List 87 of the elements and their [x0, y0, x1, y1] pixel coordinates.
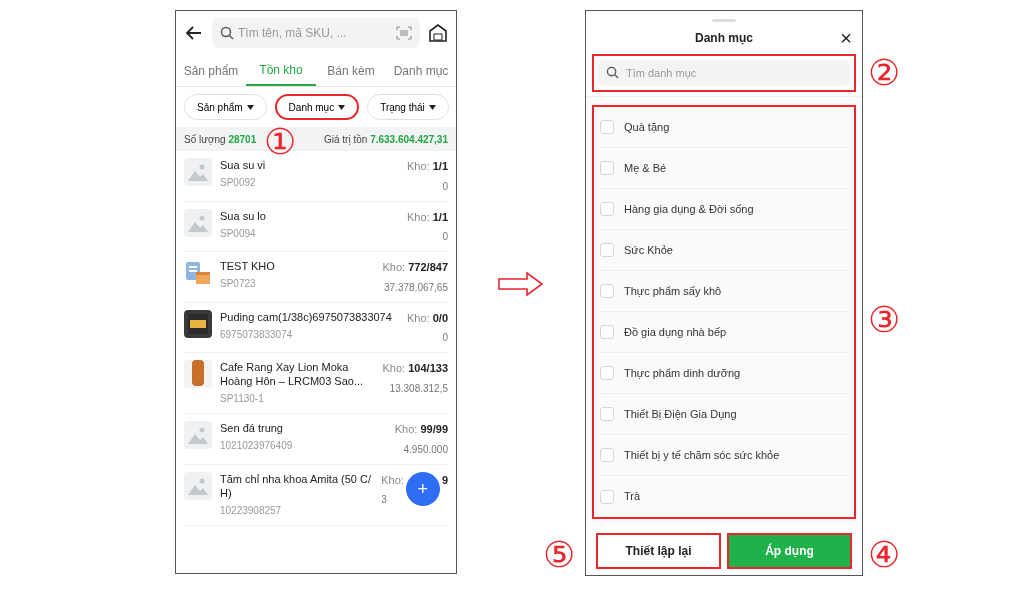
- product-name: Sua su vi: [220, 158, 267, 172]
- stock-value: 0: [442, 230, 448, 244]
- stock-value: 13.308.312,5: [389, 381, 448, 396]
- stock-value: 3: [381, 493, 387, 507]
- barcode-scan-icon[interactable]: [396, 26, 412, 40]
- reset-button[interactable]: Thiết lập lại: [596, 533, 721, 569]
- product-sku: SP0723: [220, 277, 257, 291]
- tab[interactable]: Sản phẩm: [176, 55, 246, 86]
- search-icon: [606, 66, 619, 79]
- stock-value: 4.950.000: [403, 442, 448, 457]
- search-icon: [220, 26, 234, 40]
- step-number: ③: [868, 302, 900, 338]
- checkbox[interactable]: [600, 489, 614, 504]
- product-row[interactable]: Sua su lo SP0094 Kho: 1/1 0: [184, 201, 448, 252]
- product-row[interactable]: TEST KHO SP0723 Kho: 772/847 37.378.067,65: [184, 252, 448, 303]
- checkbox[interactable]: [600, 407, 614, 421]
- caret-icon: [428, 104, 436, 110]
- product-sku: SP0092: [220, 176, 257, 190]
- checkbox[interactable]: [600, 325, 614, 339]
- category-option[interactable]: Đồ gia dụng nhà bếp: [600, 312, 848, 353]
- step-number: ④: [868, 537, 900, 573]
- checkbox[interactable]: [600, 202, 614, 216]
- product-row[interactable]: Cafe Rang Xay Lion Moka Hoàng Hôn – LRCM03 Sao... SP1130-1 Kho: 104/133 13.308.312,5: [184, 353, 448, 414]
- image-placeholder-icon: [184, 208, 212, 237]
- category-option[interactable]: Sức Khỏe: [600, 230, 848, 271]
- product-name: TEST KHO: [220, 259, 276, 273]
- stock-count: Kho: 1/1: [407, 209, 448, 225]
- image-placeholder-icon: [184, 158, 212, 186]
- category-option[interactable]: Hàng gia dụng & Đời sống: [600, 189, 848, 230]
- sheet-title: Danh mục: [695, 30, 753, 47]
- category-option[interactable]: Thiết bị y tế chăm sóc sức khỏe: [600, 435, 848, 476]
- product-name: Tăm chỉ nha khoa Amita (50 C/ H): [220, 471, 372, 500]
- drag-handle[interactable]: [712, 19, 736, 22]
- stock-count: Kho: 99/99: [394, 422, 448, 437]
- checkbox[interactable]: [600, 243, 614, 257]
- stock-count: Kho: 1/1: [407, 159, 448, 174]
- stock-count: 9: [441, 472, 448, 488]
- product-name: Cafe Rang Xay Lion Moka Hoàng Hôn – LRCM03 Sao...: [220, 360, 365, 388]
- product-sku: SP0094: [220, 226, 257, 241]
- product-row[interactable]: Puding cam(1/38c)6975073833074 6975073833074 Kho: 0/0 0: [184, 302, 448, 353]
- add-button[interactable]: +: [405, 471, 440, 506]
- search-field[interactable]: Tìm danh mục: [598, 60, 850, 86]
- stock-value: 0: [442, 331, 448, 345]
- product-sku: 10223908257: [220, 503, 283, 518]
- checkbox[interactable]: [600, 120, 614, 134]
- category-option[interactable]: Quà tặng: [600, 107, 848, 148]
- checkbox[interactable]: [600, 366, 614, 380]
- category-option[interactable]: Mẹ & Bé: [600, 148, 848, 189]
- category-option[interactable]: Thiết Bị Điện Gia Dụng: [600, 394, 848, 435]
- stock-label: Kho:: [381, 472, 404, 488]
- stock-value: 0: [442, 179, 448, 194]
- product-sku: 1021023976409: [220, 439, 294, 453]
- filter-chip[interactable]: Danh mục: [274, 94, 360, 120]
- product-photo: [184, 309, 212, 338]
- stock-count: Kho: 772/847: [382, 260, 448, 275]
- checkbox[interactable]: [600, 161, 614, 175]
- tab[interactable]: Danh mục: [386, 55, 456, 86]
- search-field[interactable]: Tìm tên, mã SKU, ...: [212, 18, 420, 48]
- image-placeholder-icon: [184, 421, 212, 449]
- caret-icon: [338, 104, 346, 110]
- clipboard-box-icon: [184, 259, 212, 287]
- step-number: ②: [868, 55, 900, 91]
- step-number: ⑤: [543, 537, 575, 573]
- stock-count: Kho: 0/0: [407, 310, 448, 326]
- product-name: Sua su lo: [220, 208, 267, 223]
- close-button[interactable]: ×: [840, 28, 852, 48]
- product-name: Puding cam(1/38c)6975073833074: [220, 309, 393, 324]
- product-sku: SP1130-1: [220, 392, 265, 406]
- stock-value-text: Giá trị tồn 7.633.604.427,31: [324, 132, 448, 147]
- right-arrow-icon: [498, 272, 544, 296]
- warehouse-icon[interactable]: [428, 23, 448, 43]
- category-option[interactable]: Trà: [600, 476, 848, 517]
- checkbox[interactable]: [600, 448, 614, 462]
- stock-count: Kho: 104/133: [382, 361, 448, 376]
- product-row[interactable]: Tăm chỉ nha khoa Amita (50 C/ H) 10223908257 Kho: 3 + 9: [184, 464, 448, 526]
- category-option[interactable]: Thực phẩm sấy khô: [600, 271, 848, 312]
- product-photo: [184, 360, 212, 388]
- category-option[interactable]: Thực phẩm dinh dưỡng: [600, 353, 848, 394]
- product-sku: 6975073833074: [220, 327, 294, 342]
- checkbox[interactable]: [600, 284, 614, 298]
- product-row[interactable]: Sen đá trung 1021023976409 Kho: 99/99 4.950.000: [184, 414, 448, 465]
- quantity-text: Số lượng 28701: [184, 132, 257, 147]
- caret-icon: [246, 104, 254, 110]
- product-name: Sen đá trung: [220, 421, 284, 435]
- stock-value: 37.378.067,65: [384, 280, 448, 295]
- image-placeholder-icon: [184, 471, 212, 500]
- tab[interactable]: Bán kèm: [316, 55, 386, 86]
